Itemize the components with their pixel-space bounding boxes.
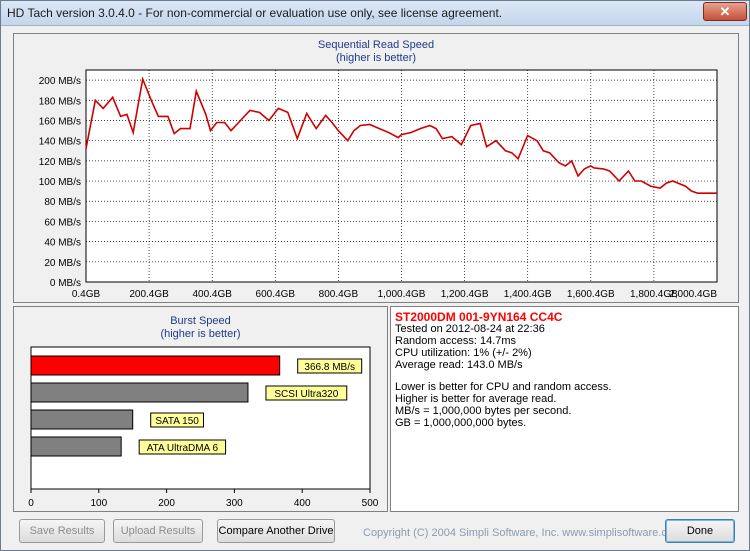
x-tick-label: 1,600.4GB xyxy=(567,289,615,300)
y-tick-label: 200 MB/s xyxy=(39,76,81,87)
info-line: Tested on 2012-08-24 at 22:36 xyxy=(395,323,545,335)
y-tick-label: 180 MB/s xyxy=(39,96,81,107)
burst-bar xyxy=(30,355,281,376)
title-bar[interactable]: HD Tach version 3.0.4.0 - For non-commer… xyxy=(1,1,749,26)
close-icon[interactable]: ✕ xyxy=(703,2,747,21)
burst-bar-label: SCSI Ultra320 xyxy=(274,389,338,400)
info-line: MB/s = 1,000,000 bytes per second. xyxy=(395,405,572,417)
x-tick-label: 100 xyxy=(90,498,107,509)
done-button[interactable]: Done xyxy=(665,519,735,543)
y-tick-label: 40 MB/s xyxy=(44,238,81,249)
info-line: Lower is better for CPU and random acces… xyxy=(395,381,612,393)
burst-bar xyxy=(30,409,134,430)
upload-results-button[interactable]: Upload Results xyxy=(113,519,203,543)
window-title: HD Tach version 3.0.4.0 - For non-commer… xyxy=(7,6,503,20)
x-tick-label: 200 xyxy=(158,498,175,509)
y-tick-label: 120 MB/s xyxy=(39,157,81,168)
info-line: Random access: 14.7ms xyxy=(395,335,517,347)
x-tick-label: 2,000.4GB xyxy=(669,289,717,300)
x-tick-label: 200.4GB xyxy=(129,289,169,300)
x-tick-label: 400.4GB xyxy=(192,289,232,300)
x-tick-label: 1,400.4GB xyxy=(504,289,552,300)
info-line: CPU utilization: 1% (+/- 2%) xyxy=(395,347,532,359)
y-tick-label: 140 MB/s xyxy=(39,137,81,148)
burst-bar-label: ATA UltraDMA 6 xyxy=(147,443,219,454)
x-tick-label: 800.4GB xyxy=(319,289,359,300)
y-tick-label: 100 MB/s xyxy=(39,177,81,188)
x-tick-label: 1,000.4GB xyxy=(378,289,426,300)
y-tick-label: 0 MB/s xyxy=(50,278,81,289)
drive-info-panel: ST2000DM 001-9YN164 CC4C Tested on 2012-… xyxy=(390,306,739,512)
y-tick-label: 160 MB/s xyxy=(39,116,81,127)
y-tick-label: 80 MB/s xyxy=(44,197,81,208)
info-line: Higher is better for average read. xyxy=(395,393,557,405)
compare-another-drive-button[interactable]: Compare Another Drive xyxy=(217,519,335,543)
sequential-read-panel: Sequential Read Speed (higher is better)… xyxy=(13,33,739,303)
save-results-button[interactable]: Save Results xyxy=(19,519,105,543)
sequential-read-chart: 0 MB/s 20 MB/s 40 MB/s 60 MB/s 80 MB/s 100 MB… xyxy=(39,69,718,300)
drive-name: ST2000DM 001-9YN164 CC4C xyxy=(395,310,563,324)
info-line: Average read: 143.0 MB/s xyxy=(395,359,523,371)
burst-bar-label: 366.8 MB/s xyxy=(304,362,355,373)
y-tick-label: 60 MB/s xyxy=(44,217,81,228)
x-tick-label: 600.4GB xyxy=(256,289,296,300)
x-tick-label: 400 xyxy=(294,498,311,509)
x-tick-label: 0 xyxy=(28,498,34,509)
x-tick-label: 1,200.4GB xyxy=(441,289,489,300)
copyright-text: Copyright (C) 2004 Simpli Software, Inc.… xyxy=(363,527,683,539)
info-line: GB = 1,000,000,000 bytes. xyxy=(395,417,527,429)
burst-speed-panel: Burst Speed (higher is better) 0 100 200 30… xyxy=(13,306,388,512)
x-tick-label: 300 xyxy=(226,498,243,509)
x-tick-label: 0.4GB xyxy=(72,289,101,300)
burst-speed-chart: 0 100 200 300 400 500 366.8 MB/s SCSI Ultra320 S… xyxy=(28,346,379,509)
burst-bar xyxy=(30,382,249,403)
burst-bar-label: SATA 150 xyxy=(155,416,199,427)
y-tick-label: 20 MB/s xyxy=(44,258,81,269)
burst-bar xyxy=(30,436,122,457)
hdtach-window: HD Tach version 3.0.4.0 - For non-commer… xyxy=(0,0,750,551)
x-tick-label: 500 xyxy=(362,498,379,509)
